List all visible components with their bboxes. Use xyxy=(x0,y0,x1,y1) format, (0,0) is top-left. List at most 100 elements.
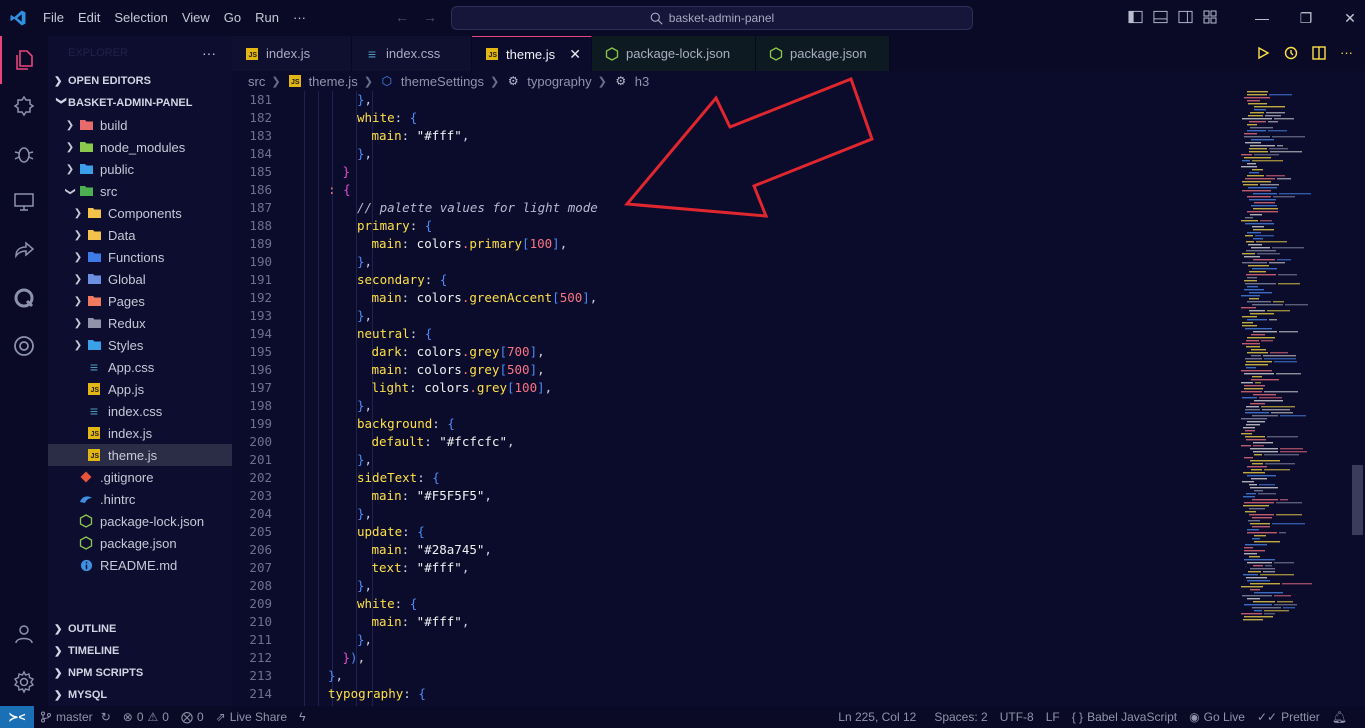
tab-index-css[interactable]: ≡ index.css xyxy=(352,36,472,71)
tree-item-label: node_modules xyxy=(100,139,186,155)
tree-item-readme-md[interactable]: README.md xyxy=(48,554,232,576)
tree-item-node-modules[interactable]: ❯ node_modules xyxy=(48,136,232,158)
menu-run[interactable]: Run xyxy=(248,0,286,36)
remote-explorer-icon[interactable] xyxy=(0,178,48,226)
tree-item-styles[interactable]: ❯ Styles xyxy=(48,334,232,356)
breadcrumb-theme-settings[interactable]: ⬡ themeSettings xyxy=(379,74,484,89)
tree-item-components[interactable]: ❯ Components xyxy=(48,202,232,224)
toggle-sidebar-icon[interactable] xyxy=(1128,10,1143,24)
tree-item-theme-js[interactable]: JS theme.js xyxy=(48,444,232,466)
tree-item-data[interactable]: ❯ Data xyxy=(48,224,232,246)
breadcrumb-typography[interactable]: ⚙ typography xyxy=(505,74,592,89)
minimap-line xyxy=(1247,352,1268,354)
tree-item-hintrc[interactable]: .hintrc xyxy=(48,488,232,510)
branch-status[interactable]: master ↻ xyxy=(34,710,117,724)
remote-indicator-icon[interactable]: ≻< xyxy=(0,706,34,728)
code-text: default: "#fcfcfc", xyxy=(372,433,515,451)
history-icon[interactable] xyxy=(1284,46,1298,60)
customize-layout-icon[interactable] xyxy=(1203,10,1217,24)
minimize-icon[interactable]: — xyxy=(1240,10,1284,26)
project-section[interactable]: ❯ BASKET-ADMIN-PANEL xyxy=(48,92,232,114)
tree-item-index-css[interactable]: ≡ index.css xyxy=(48,400,232,422)
ports-status[interactable]: ⨂ 0 xyxy=(175,710,210,724)
code-line: 207 text: "#fff", xyxy=(232,559,1235,577)
encoding-status[interactable]: UTF-8 xyxy=(994,710,1040,724)
live-share-icon[interactable] xyxy=(0,226,48,274)
open-editors-section[interactable]: ❯ OPEN EDITORS xyxy=(48,70,232,92)
tree-item-build[interactable]: ❯ build xyxy=(48,114,232,136)
scrollbar-thumb[interactable] xyxy=(1352,465,1363,535)
tab-package-lock-json[interactable]: package-lock.json xyxy=(592,36,756,71)
minimap-line xyxy=(1244,97,1270,99)
warning-icon: ⚠ xyxy=(147,710,159,724)
gitlens-icon[interactable] xyxy=(0,274,48,322)
debug-icon[interactable] xyxy=(0,130,48,178)
npm-scripts-section[interactable]: ❯ NPM SCRIPTS xyxy=(48,662,232,684)
tree-item-app-js[interactable]: JS App.js xyxy=(48,378,232,400)
outline-section[interactable]: ❯ OUTLINE xyxy=(48,618,232,640)
tree-item-index-js[interactable]: JS index.js xyxy=(48,422,232,444)
restore-icon[interactable]: ❐ xyxy=(1284,10,1328,27)
editor-scrollbar[interactable] xyxy=(1350,91,1365,706)
forward-arrow-icon[interactable]: → xyxy=(423,9,451,25)
menu-go[interactable]: Go xyxy=(217,0,248,36)
tree-item-functions[interactable]: ❯ Functions xyxy=(48,246,232,268)
indentation-status[interactable]: Spaces: 2 xyxy=(928,710,993,724)
split-editor-icon[interactable] xyxy=(1312,46,1326,60)
lightning-icon[interactable]: ϟ xyxy=(293,710,311,724)
breadcrumb-theme-js[interactable]: JS theme.js xyxy=(287,74,358,89)
minimap[interactable] xyxy=(1235,91,1350,706)
more-actions-icon[interactable]: ··· xyxy=(202,45,216,61)
code-editor[interactable]: 181}, 182 white: {183 main: "#fff", 184}, 185… xyxy=(232,91,1235,706)
sync-icon[interactable]: ↻ xyxy=(101,710,111,724)
timeline-icon[interactable] xyxy=(0,322,48,370)
more-actions-icon[interactable]: ··· xyxy=(1340,46,1353,60)
accounts-icon[interactable] xyxy=(0,610,48,658)
data-folder-icon xyxy=(86,228,102,242)
close-window-icon[interactable]: ✕ xyxy=(1328,10,1365,27)
live-share-status[interactable]: ⇗ Live Share xyxy=(210,710,293,724)
tree-item-global[interactable]: ❯ Global xyxy=(48,268,232,290)
tab-package-json[interactable]: package.json xyxy=(756,36,890,71)
tree-item-package-json[interactable]: package.json xyxy=(48,532,232,554)
command-center-search[interactable]: basket-admin-panel xyxy=(451,6,973,30)
go-live-status[interactable]: ◉ Go Live xyxy=(1183,710,1251,724)
explorer-icon[interactable] xyxy=(0,36,48,84)
menu-selection[interactable]: Selection xyxy=(107,0,174,36)
tree-item-public[interactable]: ❯ public xyxy=(48,158,232,180)
minimap-line xyxy=(1246,406,1259,408)
breadcrumb-src[interactable]: src xyxy=(248,74,265,89)
minimap-line xyxy=(1249,508,1265,510)
tree-item-redux[interactable]: ❯ Redux xyxy=(48,312,232,334)
problems-status[interactable]: ⊗ 0 ⚠ 0 xyxy=(117,710,175,724)
settings-gear-icon[interactable] xyxy=(0,658,48,706)
tree-item-app-css[interactable]: ≡ App.css xyxy=(48,356,232,378)
tab-theme-js[interactable]: JS theme.js ✕ xyxy=(472,36,592,71)
notifications-bell-icon[interactable]: 🔔︎ xyxy=(1326,710,1353,724)
close-tab-icon[interactable]: ✕ xyxy=(569,46,581,63)
line-number: 207 xyxy=(249,560,272,575)
language-mode-status[interactable]: { } Babel JavaScript xyxy=(1066,710,1183,724)
mysql-section[interactable]: ❯ MYSQL xyxy=(48,684,232,706)
back-arrow-icon[interactable]: ← xyxy=(395,9,423,25)
timeline-section[interactable]: ❯ TIMELINE xyxy=(48,640,232,662)
toggle-secondary-sidebar-icon[interactable] xyxy=(1178,10,1193,24)
menu-edit[interactable]: Edit xyxy=(71,0,107,36)
tree-item-pages[interactable]: ❯ Pages xyxy=(48,290,232,312)
tree-item-package-lock-json[interactable]: package-lock.json xyxy=(48,510,232,532)
breadcrumb-h3[interactable]: ⚙ h3 xyxy=(613,74,649,89)
code-token: : xyxy=(403,686,419,701)
minimap-line xyxy=(1276,514,1302,516)
menu-more[interactable]: ··· xyxy=(286,0,313,36)
eol-status[interactable]: LF xyxy=(1040,710,1066,724)
tab-index-js[interactable]: JS index.js xyxy=(232,36,352,71)
extensions-icon[interactable] xyxy=(0,82,48,130)
menu-file[interactable]: File xyxy=(36,0,71,36)
tree-item-gitignore[interactable]: .gitignore xyxy=(48,466,232,488)
prettier-status[interactable]: ✓✓ Prettier xyxy=(1251,710,1326,724)
tree-item-src[interactable]: ❯ src xyxy=(48,180,232,202)
cursor-position[interactable]: Ln 225, Col 12 xyxy=(832,710,922,724)
toggle-panel-icon[interactable] xyxy=(1153,10,1168,24)
menu-view[interactable]: View xyxy=(175,0,217,36)
run-icon[interactable] xyxy=(1256,46,1270,60)
